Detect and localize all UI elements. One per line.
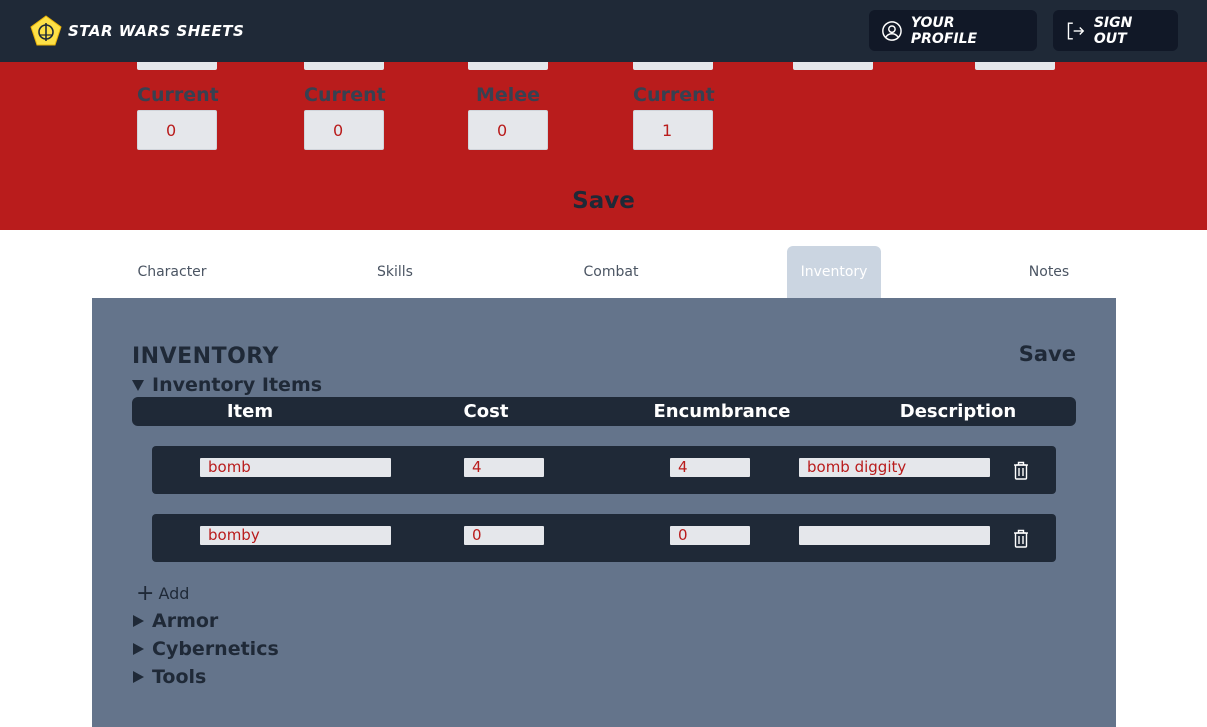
app-header: STAR WARS SHEETS YOUR PROFILE SIGN OUT <box>0 0 1207 62</box>
add-item-button[interactable]: + Add <box>136 580 190 606</box>
stat-input[interactable]: 0 <box>137 110 217 150</box>
brand[interactable]: STAR WARS SHEETS <box>30 15 244 47</box>
your-profile-button[interactable]: YOUR PROFILE <box>869 10 1037 51</box>
item-encumbrance-input[interactable]: 0 <box>670 526 750 545</box>
sign-out-button[interactable]: SIGN OUT <box>1053 10 1178 51</box>
inventory-items-label: Inventory Items <box>152 374 323 396</box>
inventory-title: INVENTORY <box>132 344 279 369</box>
armor-toggle[interactable]: Armor <box>132 610 218 632</box>
stat-label: Current <box>304 84 386 106</box>
app-name: STAR WARS SHEETS <box>68 22 245 40</box>
stats-section: Current 0 Current 0 Melee 0 Current 1 Sa… <box>0 62 1207 230</box>
sign-out-icon <box>1067 21 1085 40</box>
stat-input-partial[interactable] <box>633 62 713 70</box>
trash-icon[interactable] <box>1013 461 1029 480</box>
stats-save-button[interactable]: Save <box>0 188 1207 214</box>
item-name-input[interactable]: bomby <box>200 526 391 545</box>
stat-label: Melee <box>475 84 541 106</box>
item-encumbrance-input[interactable]: 4 <box>670 458 750 477</box>
cybernetics-toggle[interactable]: Cybernetics <box>132 638 279 660</box>
triangle-right-icon <box>133 615 144 627</box>
tools-label: Tools <box>152 666 207 688</box>
stat-input[interactable]: 1 <box>633 110 713 150</box>
item-cost-input[interactable]: 4 <box>464 458 544 477</box>
column-header-cost: Cost <box>463 401 509 422</box>
cybernetics-label: Cybernetics <box>152 638 279 660</box>
triangle-right-icon <box>133 671 144 683</box>
stat-label: Current <box>633 84 715 106</box>
user-circle-icon <box>882 20 902 41</box>
stat-input[interactable]: 0 <box>468 110 548 150</box>
stat-input-partial[interactable] <box>137 62 217 70</box>
inventory-table-header: Item Cost Encumbrance Description <box>132 397 1076 426</box>
rebel-emblem-icon <box>30 15 62 46</box>
column-header-item: Item <box>226 401 274 422</box>
tools-toggle[interactable]: Tools <box>132 666 206 688</box>
armor-label: Armor <box>152 610 219 632</box>
triangle-down-icon <box>132 379 144 391</box>
sign-out-label: SIGN OUT <box>1093 14 1133 47</box>
add-item-label: Add <box>158 584 190 603</box>
trash-icon[interactable] <box>1013 529 1029 548</box>
stat-input-partial[interactable] <box>975 62 1055 70</box>
stat-input-partial[interactable] <box>793 62 873 70</box>
stat-input-partial[interactable] <box>468 62 548 70</box>
plus-icon: + <box>136 580 155 606</box>
table-row: bomb 4 4 bomb diggity <box>152 446 1056 494</box>
inventory-panel: INVENTORY Save Inventory Items Item Cost… <box>92 298 1116 727</box>
inventory-save-button[interactable]: Save <box>1019 342 1076 366</box>
item-name-input[interactable]: bomb <box>200 458 391 477</box>
column-header-encumbrance: Encumbrance <box>653 401 791 422</box>
table-row: bomby 0 0 <box>152 514 1056 562</box>
tab-notes[interactable]: Notes <box>969 246 1129 298</box>
column-header-description: Description <box>899 401 1017 422</box>
tab-combat[interactable]: Combat <box>531 246 691 298</box>
item-cost-input[interactable]: 0 <box>464 526 544 545</box>
tab-character[interactable]: Character <box>92 246 252 298</box>
stat-input[interactable]: 0 <box>304 110 384 150</box>
item-description-input[interactable] <box>799 526 990 545</box>
your-profile-label: YOUR PROFILE <box>910 14 978 47</box>
tab-skills[interactable]: Skills <box>315 246 475 298</box>
inventory-items-toggle[interactable]: Inventory Items <box>132 374 322 396</box>
triangle-right-icon <box>133 643 144 655</box>
item-description-input[interactable]: bomb diggity <box>799 458 990 477</box>
stat-input-partial[interactable] <box>304 62 384 70</box>
tab-inventory[interactable]: Inventory <box>787 246 881 298</box>
stat-label: Current <box>137 84 219 106</box>
